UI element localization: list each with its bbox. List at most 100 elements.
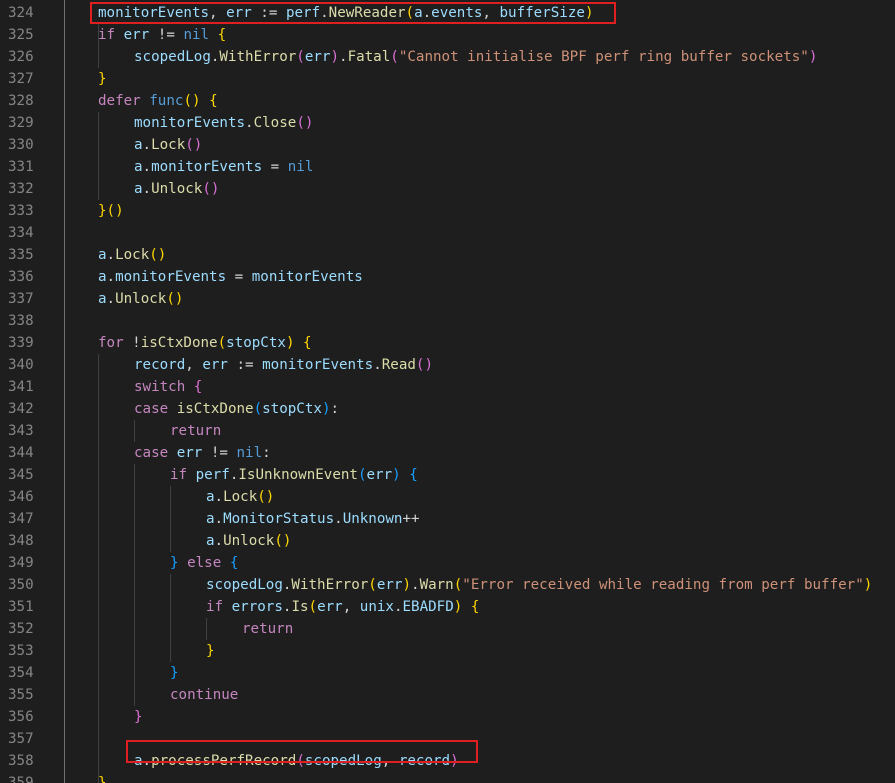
code-text: monitorEvents, err := perf.NewReader(a.e… bbox=[98, 2, 593, 24]
code-token: . bbox=[214, 489, 224, 505]
code-token: . bbox=[142, 137, 152, 153]
code-token: . bbox=[373, 357, 382, 373]
code-token: record bbox=[398, 753, 451, 769]
line-number: 337 bbox=[8, 291, 34, 307]
code-token: { bbox=[303, 335, 312, 351]
code-token: ( bbox=[405, 5, 415, 21]
code-token: = bbox=[262, 159, 288, 175]
code-token: . bbox=[422, 5, 432, 21]
line-number: 334 bbox=[8, 225, 34, 241]
line-number: 352 bbox=[8, 621, 34, 637]
code-token: . bbox=[106, 269, 116, 285]
code-token: ) bbox=[402, 577, 412, 593]
code-token: ( bbox=[308, 599, 318, 615]
code-token: Fatal bbox=[347, 49, 391, 65]
code-token: EBADFD bbox=[402, 599, 454, 615]
code-token: . bbox=[142, 181, 152, 197]
code-token: defer bbox=[98, 93, 141, 109]
code-text: return bbox=[242, 618, 293, 640]
code-text: return bbox=[170, 420, 221, 442]
code-token: , bbox=[381, 753, 399, 769]
code-token: () bbox=[183, 93, 201, 109]
code-token: ) bbox=[863, 577, 873, 593]
code-token: . bbox=[214, 511, 224, 527]
code-text: a.MonitorStatus.Unknown++ bbox=[206, 508, 420, 530]
code-token: . bbox=[320, 5, 329, 21]
code-line: 346 a.Lock() bbox=[0, 486, 895, 508]
line-number: 340 bbox=[8, 357, 34, 373]
code-line: 328 defer func() { bbox=[0, 90, 895, 112]
line-number: 338 bbox=[8, 313, 34, 329]
code-text: a.Lock() bbox=[206, 486, 274, 508]
code-token: "Error received while reading from perf … bbox=[462, 577, 864, 593]
code-text: } bbox=[98, 68, 107, 90]
code-text: defer func() { bbox=[98, 90, 218, 112]
line-number: 325 bbox=[8, 27, 34, 43]
code-token: ( bbox=[390, 49, 399, 65]
code-token: , bbox=[342, 599, 360, 615]
code-line: 344 case err != nil: bbox=[0, 442, 895, 464]
code-token: a bbox=[134, 159, 143, 175]
code-token: isCtxDone bbox=[140, 335, 218, 351]
code-line: 333}() bbox=[0, 200, 895, 222]
line-number: 344 bbox=[8, 445, 34, 461]
code-line: 341 switch { bbox=[0, 376, 895, 398]
line-number: 349 bbox=[8, 555, 34, 571]
code-token: }() bbox=[98, 203, 124, 219]
code-token: := bbox=[227, 357, 263, 373]
code-line: 353} bbox=[0, 640, 895, 662]
code-token: stopCtx bbox=[262, 401, 322, 417]
code-token: } bbox=[134, 709, 143, 725]
code-token: } bbox=[98, 775, 107, 783]
code-token: Lock bbox=[115, 247, 150, 263]
code-token: case bbox=[134, 445, 169, 461]
code-text: switch { bbox=[134, 376, 202, 398]
line-number: 324 bbox=[8, 5, 34, 21]
code-token: ) bbox=[330, 49, 340, 65]
code-token: errors bbox=[231, 599, 283, 615]
code-token: () bbox=[149, 247, 167, 263]
code-line: 339 for !isCtxDone(stopCtx) { bbox=[0, 332, 895, 354]
code-line: 329 monitorEvents.Close() bbox=[0, 112, 895, 134]
code-line: 359} bbox=[0, 772, 895, 783]
code-token: , bbox=[185, 357, 203, 373]
code-token: , bbox=[209, 5, 227, 21]
code-token: () bbox=[202, 181, 220, 197]
code-token: ( bbox=[296, 753, 305, 769]
line-number: 335 bbox=[8, 247, 34, 263]
code-token: WithError bbox=[291, 577, 369, 593]
code-token: } bbox=[206, 643, 215, 659]
line-number: 347 bbox=[8, 511, 34, 527]
code-text: a.Unlock() bbox=[206, 530, 291, 552]
code-token: scopedLog bbox=[304, 753, 382, 769]
code-line: 331 a.monitorEvents = nil bbox=[0, 156, 895, 178]
code-token: err bbox=[304, 49, 331, 65]
code-token: MonitorStatus bbox=[223, 511, 335, 527]
code-text: case isCtxDone(stopCtx): bbox=[134, 398, 339, 420]
code-text: scopedLog.WithError(err).Fatal("Cannot i… bbox=[134, 46, 817, 68]
code-line: 349} else { bbox=[0, 552, 895, 574]
line-number: 357 bbox=[8, 731, 34, 747]
code-line: 324 monitorEvents, err := perf.NewReader(… bbox=[0, 2, 895, 24]
code-token: else bbox=[187, 555, 222, 571]
code-token: err bbox=[366, 467, 393, 483]
code-token: ! bbox=[123, 335, 141, 351]
code-token: () bbox=[166, 291, 184, 307]
code-token: bufferSize bbox=[499, 5, 585, 21]
code-token: ) bbox=[808, 49, 818, 65]
code-token: ( bbox=[357, 467, 367, 483]
code-text: case err != nil: bbox=[134, 442, 271, 464]
code-line: 327} bbox=[0, 68, 895, 90]
code-token: != bbox=[202, 445, 237, 461]
code-token: if bbox=[170, 467, 188, 483]
code-token: ( bbox=[296, 49, 305, 65]
line-number: 327 bbox=[8, 71, 34, 87]
code-token: err bbox=[176, 445, 203, 461]
code-editor[interactable]: 324 monitorEvents, err := perf.NewReader(… bbox=[0, 0, 895, 783]
code-token: ) bbox=[584, 5, 594, 21]
code-text: a.processPerfRecord(scopedLog, record) bbox=[134, 750, 459, 772]
code-token: events bbox=[431, 5, 483, 21]
